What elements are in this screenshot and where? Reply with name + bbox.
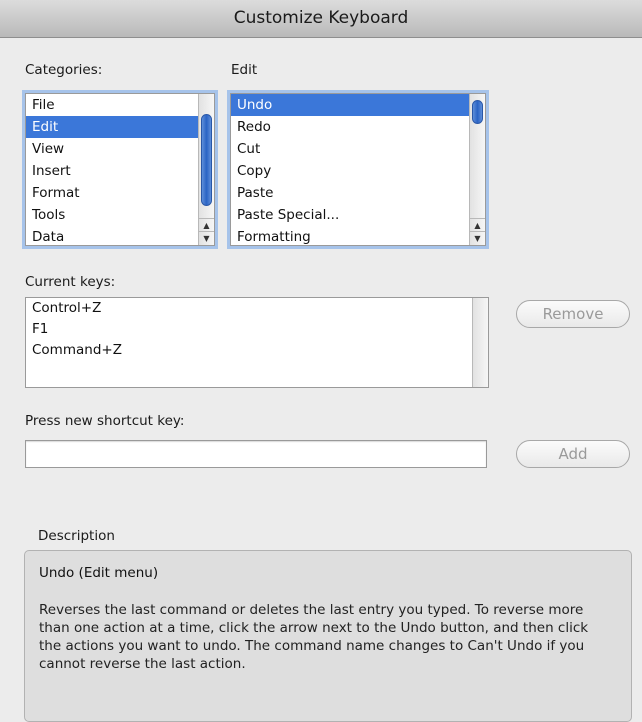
description-body: Reverses the last command or deletes the… — [39, 601, 609, 687]
categories-scroll-thumb[interactable] — [201, 114, 212, 206]
remove-button[interactable]: Remove — [516, 300, 630, 328]
command-item-cut[interactable]: Cut — [231, 138, 485, 160]
category-item-tools[interactable]: Tools — [26, 204, 214, 226]
category-item-data[interactable]: Data — [26, 226, 214, 245]
category-item-format[interactable]: Format — [26, 182, 214, 204]
add-button[interactable]: Add — [516, 440, 630, 468]
commands-scrollbar[interactable]: ▲ ▼ — [469, 94, 485, 245]
current-keys-list[interactable]: Control+Z F1 Command+Z — [25, 297, 489, 388]
category-item-edit[interactable]: Edit — [26, 116, 214, 138]
current-key-item[interactable]: Command+Z — [26, 340, 488, 361]
categories-list[interactable]: File Edit View Insert Format Tools Data … — [25, 93, 215, 246]
description-text: Reverses the last command or deletes the… — [39, 602, 589, 672]
category-item-insert[interactable]: Insert — [26, 160, 214, 182]
command-item-paste[interactable]: Paste — [231, 182, 485, 204]
current-key-item[interactable]: Control+Z — [26, 298, 488, 319]
window-title: Customize Keyboard — [0, 0, 642, 38]
scroll-up-arrow-icon[interactable]: ▲ — [199, 218, 214, 232]
new-shortcut-input[interactable] — [25, 440, 487, 468]
categories-label: Categories: — [25, 62, 103, 78]
current-keys-scrollbar[interactable] — [472, 298, 488, 387]
new-shortcut-label: Press new shortcut key: — [25, 413, 185, 429]
command-item-redo[interactable]: Redo — [231, 116, 485, 138]
description-panel: Undo (Edit menu) Reverses the last comma… — [24, 550, 632, 722]
description-label: Description — [38, 528, 115, 544]
category-item-view[interactable]: View — [26, 138, 214, 160]
scroll-down-arrow-icon[interactable]: ▼ — [199, 231, 214, 245]
command-item-formatting[interactable]: Formatting — [231, 226, 485, 245]
commands-label: Edit — [231, 62, 258, 78]
commands-scroll-thumb[interactable] — [472, 100, 483, 124]
scroll-up-arrow-icon[interactable]: ▲ — [470, 218, 485, 232]
commands-list[interactable]: Undo Redo Cut Copy Paste Paste Special..… — [230, 93, 486, 246]
command-item-paste-special[interactable]: Paste Special... — [231, 204, 485, 226]
command-item-undo[interactable]: Undo — [231, 94, 485, 116]
command-item-copy[interactable]: Copy — [231, 160, 485, 182]
current-key-item[interactable]: F1 — [26, 319, 488, 340]
description-heading: Undo (Edit menu) — [39, 565, 159, 581]
current-keys-label: Current keys: — [25, 274, 116, 290]
scroll-down-arrow-icon[interactable]: ▼ — [470, 231, 485, 245]
category-item-file[interactable]: File — [26, 94, 214, 116]
categories-scrollbar[interactable]: ▲ ▼ — [198, 94, 214, 245]
